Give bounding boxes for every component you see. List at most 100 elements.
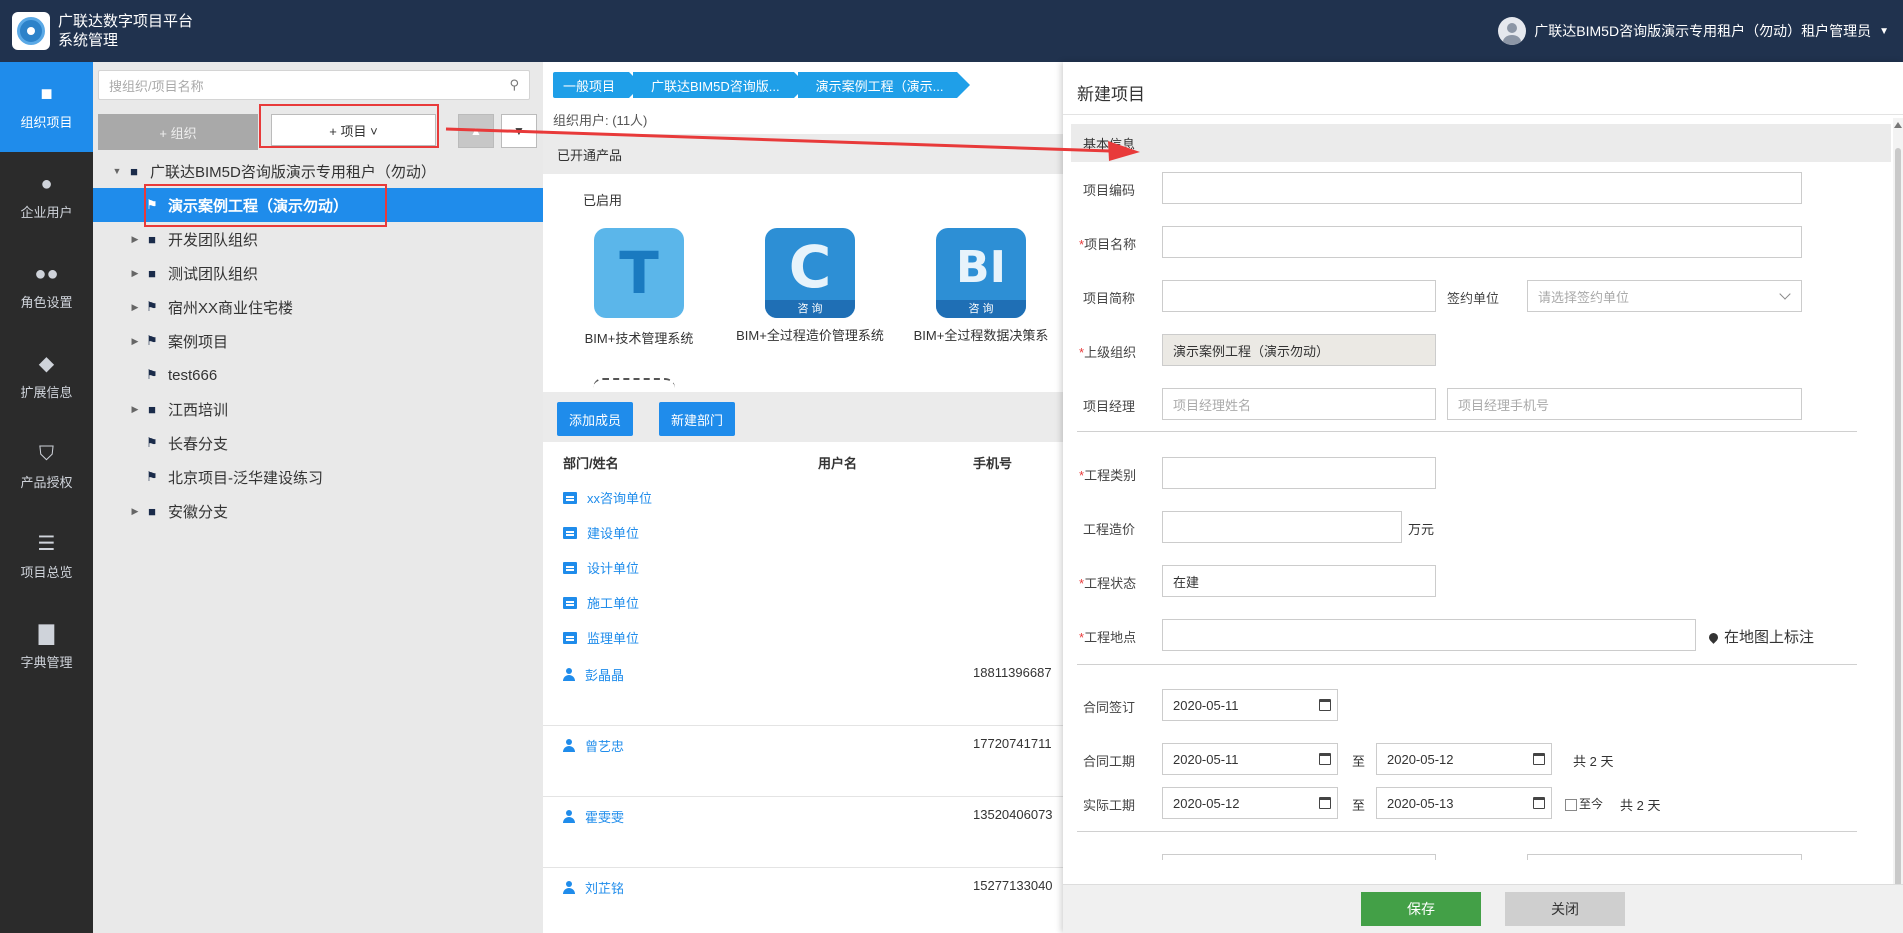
actual-end-date-input[interactable]: 2020-05-13 <box>1376 787 1552 819</box>
checkbox-icon[interactable] <box>1565 798 1577 811</box>
until-now-checkbox[interactable]: 至今 <box>1565 795 1603 812</box>
breadcrumb-item[interactable]: 一般项目 <box>553 72 643 98</box>
eng-status-select[interactable]: 在建 <box>1162 565 1436 597</box>
label-contract-unit: 签约单位 <box>1447 291 1500 306</box>
add-project-button[interactable]: + 项目 ˅ <box>271 114 436 146</box>
calendar-icon[interactable] <box>1319 699 1331 711</box>
scroll-up-icon[interactable] <box>1894 122 1902 128</box>
tree-item-demo-project[interactable]: ⚑ 演示案例工程（演示勿动） <box>93 188 543 222</box>
table-row[interactable]: xx咨询单位 <box>543 480 1063 515</box>
contract-sign-date-input[interactable]: 2020-05-11 <box>1162 689 1338 721</box>
flag-icon: ⚑ <box>146 367 158 382</box>
caret-right-icon[interactable]: ▶ <box>128 404 142 415</box>
tree-item-dev-team[interactable]: ▶ ■ 开发团队组织 <box>93 222 543 256</box>
arrow-down-icon: ▼ <box>513 124 525 138</box>
tree-item-test666[interactable]: ⚑ test666 <box>93 358 543 392</box>
nav-item-enterprise-users[interactable]: ● 企业用户 <box>0 152 93 242</box>
table-row[interactable]: 霍雯雯 13520406073 <box>543 797 1063 868</box>
tree-item-suzhou[interactable]: ▶ ⚑ 宿州XX商业住宅楼 <box>93 290 543 324</box>
pm-phone-input[interactable]: 项目经理手机号 <box>1447 388 1802 420</box>
nav-item-role-settings[interactable]: ●● 角色设置 <box>0 242 93 332</box>
product-data-decision[interactable]: BI 咨 询 BIM+全过程数据决策系 <box>896 228 1063 344</box>
project-code-input[interactable] <box>1162 172 1802 204</box>
product-tech-mgmt[interactable]: T BIM+技术管理系统 <box>554 228 724 347</box>
dialog-scrollbar[interactable] <box>1893 118 1903 918</box>
new-project-dialog: 新建项目 基本信息 项目编码 *项目名称 项目简称 签约单位 请选择签约单位 *… <box>1063 62 1903 933</box>
scroll-thumb[interactable] <box>1895 148 1901 888</box>
user-menu[interactable]: 广联达BIM5D咨询版演示专用租户（勿动）租户管理员 ▼ <box>1498 16 1889 46</box>
table-row[interactable]: 彭晶晶 18811396687 <box>543 655 1063 726</box>
logo-gear-icon <box>17 17 45 45</box>
caret-right-icon[interactable]: ▶ <box>128 234 142 245</box>
calendar-icon[interactable] <box>1319 797 1331 809</box>
department-name[interactable]: xx咨询单位 <box>587 488 652 507</box>
member-table-header: 部门/姓名 用户名 手机号 <box>543 444 1063 480</box>
table-row[interactable]: 曾艺忠 17720741711 <box>543 726 1063 797</box>
caret-down-icon[interactable]: ▼ <box>110 166 124 176</box>
user-name[interactable]: 霍雯雯 <box>585 807 624 826</box>
caret-right-icon[interactable]: ▶ <box>128 336 142 347</box>
tree-item-test-team[interactable]: ▶ ■ 测试团队组织 <box>93 256 543 290</box>
tree-item-changchun[interactable]: ⚑ 长春分支 <box>93 426 543 460</box>
contract-start-date-input[interactable]: 2020-05-11 <box>1162 743 1338 775</box>
nav-item-org-projects[interactable]: ■ 组织项目 <box>0 62 93 152</box>
tree-item-anhui[interactable]: ▶ ■ 安徽分支 <box>93 494 543 528</box>
pm-name-input[interactable]: 项目经理姓名 <box>1162 388 1436 420</box>
eng-type-input[interactable] <box>1162 457 1436 489</box>
calendar-icon[interactable] <box>1533 797 1545 809</box>
eng-cost-input[interactable] <box>1162 511 1402 543</box>
table-row[interactable]: 监理单位 <box>543 620 1063 655</box>
nav-item-extended-info[interactable]: ◆ 扩展信息 <box>0 332 93 422</box>
move-up-button[interactable]: ▲ <box>458 114 494 148</box>
col-username: 用户名 <box>818 455 858 471</box>
department-name[interactable]: 建设单位 <box>587 523 639 542</box>
contract-unit-placeholder: 请选择签约单位 <box>1538 289 1630 305</box>
calendar-icon[interactable] <box>1533 753 1545 765</box>
project-short-input[interactable] <box>1162 280 1436 312</box>
actual-start-date-input[interactable]: 2020-05-12 <box>1162 787 1338 819</box>
nav-item-project-overview[interactable]: ☰ 项目总览 <box>0 512 93 602</box>
tree-item-jiangxi[interactable]: ▶ ■ 江西培训 <box>93 392 543 426</box>
caret-right-icon[interactable]: ▶ <box>128 506 142 517</box>
user-name[interactable]: 刘芷铭 <box>585 878 624 897</box>
nav-label: 角色设置 <box>20 294 73 310</box>
breadcrumb-item[interactable]: 广联达BIM5D咨询版... <box>633 72 807 98</box>
label-contract-sign: 合同签订 <box>1083 700 1136 715</box>
department-name[interactable]: 监理单位 <box>587 628 639 647</box>
table-row[interactable]: 设计单位 <box>543 550 1063 585</box>
contract-end-date-input[interactable]: 2020-05-12 <box>1376 743 1552 775</box>
product-cost-mgmt[interactable]: C 咨 询 BIM+全过程造价管理系统 <box>725 228 895 344</box>
map-mark-link[interactable]: 在地图上标注 <box>1707 626 1814 647</box>
user-name[interactable]: 曾艺忠 <box>585 736 624 755</box>
search-input[interactable]: 搜组织/项目名称 ⚲ <box>98 70 530 100</box>
move-down-button[interactable]: ▼ <box>501 114 537 148</box>
flag-icon: ⚑ <box>146 333 158 348</box>
save-button[interactable]: 保存 <box>1361 892 1481 926</box>
calendar-icon[interactable] <box>1319 753 1331 765</box>
partial-input[interactable] <box>1162 854 1436 860</box>
add-member-button[interactable]: 添加成员 <box>557 402 633 436</box>
table-row[interactable]: 建设单位 <box>543 515 1063 550</box>
nav-item-dictionary[interactable]: ▇ 字典管理 <box>0 602 93 692</box>
project-name-input[interactable] <box>1162 226 1802 258</box>
close-button[interactable]: 关闭 <box>1505 892 1625 926</box>
nav-item-product-license[interactable]: ⛉ 产品授权 <box>0 422 93 512</box>
search-icon[interactable]: ⚲ <box>509 77 519 93</box>
tree-item-tenant[interactable]: ▼ ■ 广联达BIM5D咨询版演示专用租户（勿动） <box>93 154 543 188</box>
collapse-toggle[interactable] <box>593 378 675 388</box>
table-row[interactable]: 施工单位 <box>543 585 1063 620</box>
table-row[interactable]: 刘芷铭 15277133040 <box>543 868 1063 933</box>
breadcrumb-item[interactable]: 演示案例工程（演示... <box>797 72 971 98</box>
department-name[interactable]: 施工单位 <box>587 593 639 612</box>
department-name[interactable]: 设计单位 <box>587 558 639 577</box>
add-org-button[interactable]: + 组织 <box>98 114 258 150</box>
tree-item-case-project[interactable]: ▶ ⚑ 案例项目 <box>93 324 543 358</box>
tree-item-beijing[interactable]: ⚑ 北京项目-泛华建设练习 <box>93 460 543 494</box>
caret-right-icon[interactable]: ▶ <box>128 268 142 279</box>
caret-right-icon[interactable]: ▶ <box>128 302 142 313</box>
user-name[interactable]: 彭晶晶 <box>585 665 624 684</box>
eng-location-input[interactable] <box>1162 619 1696 651</box>
partial-input[interactable] <box>1527 854 1802 860</box>
new-department-button[interactable]: 新建部门 <box>659 402 735 436</box>
contract-unit-select[interactable]: 请选择签约单位 <box>1527 280 1802 312</box>
